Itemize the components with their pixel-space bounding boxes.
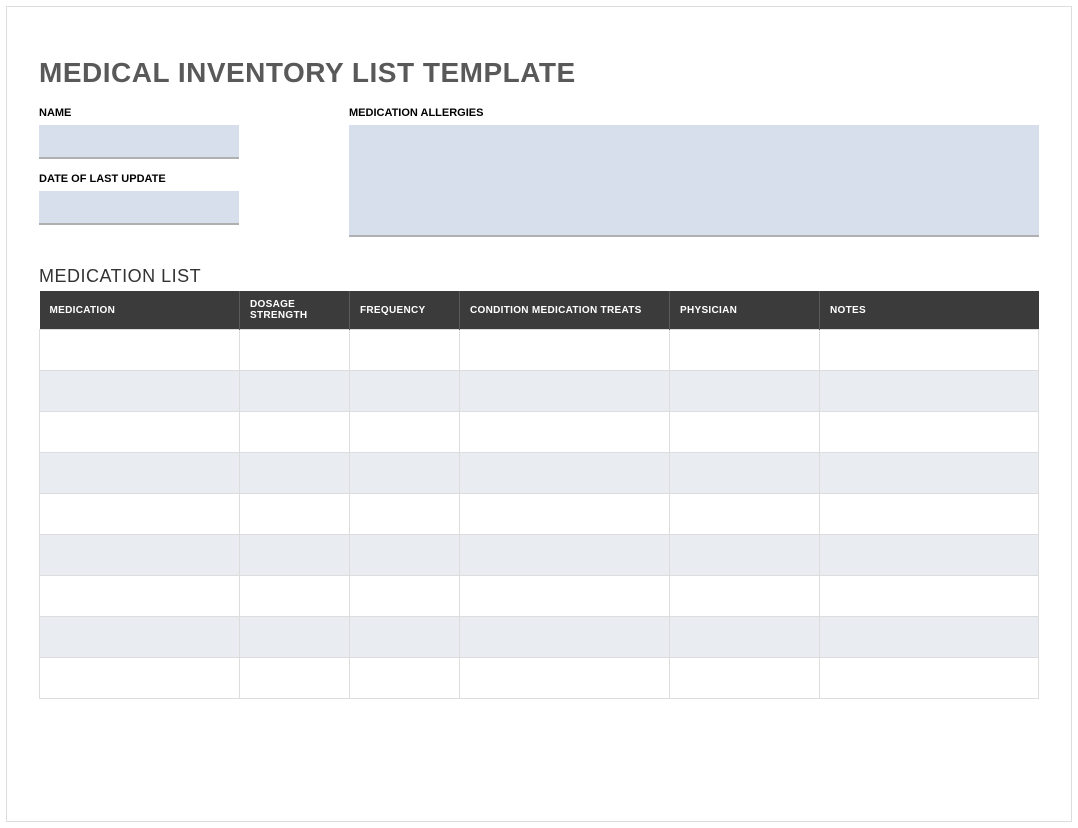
page-title: MEDICAL INVENTORY LIST TEMPLATE [39, 57, 1039, 89]
table-cell[interactable] [40, 494, 240, 535]
col-header-frequency: FREQUENCY [350, 291, 460, 330]
table-cell[interactable] [350, 494, 460, 535]
table-cell[interactable] [670, 412, 820, 453]
table-cell[interactable] [460, 494, 670, 535]
table-cell[interactable] [820, 576, 1039, 617]
table-row [40, 658, 1039, 699]
table-cell[interactable] [670, 535, 820, 576]
col-header-dosage: DOSAGE STRENGTH [240, 291, 350, 330]
table-cell[interactable] [670, 617, 820, 658]
table-row [40, 412, 1039, 453]
table-row [40, 494, 1039, 535]
table-header-row: MEDICATION DOSAGE STRENGTH FREQUENCY CON… [40, 291, 1039, 330]
table-row [40, 371, 1039, 412]
name-label: NAME [39, 107, 239, 119]
table-cell[interactable] [350, 617, 460, 658]
table-cell[interactable] [820, 412, 1039, 453]
table-cell[interactable] [820, 494, 1039, 535]
date-input[interactable] [39, 191, 239, 225]
table-cell[interactable] [460, 658, 670, 699]
medication-table: MEDICATION DOSAGE STRENGTH FREQUENCY CON… [39, 291, 1039, 699]
table-cell[interactable] [670, 658, 820, 699]
table-cell[interactable] [460, 535, 670, 576]
name-input[interactable] [39, 125, 239, 159]
table-cell[interactable] [240, 412, 350, 453]
table-cell[interactable] [240, 535, 350, 576]
table-cell[interactable] [820, 535, 1039, 576]
table-cell[interactable] [40, 412, 240, 453]
table-cell[interactable] [350, 535, 460, 576]
table-cell[interactable] [670, 330, 820, 371]
table-row [40, 617, 1039, 658]
table-row [40, 576, 1039, 617]
col-header-medication: MEDICATION [40, 291, 240, 330]
table-cell[interactable] [460, 330, 670, 371]
table-cell[interactable] [820, 453, 1039, 494]
table-cell[interactable] [240, 617, 350, 658]
table-cell[interactable] [670, 576, 820, 617]
table-cell[interactable] [350, 412, 460, 453]
col-header-condition: CONDITION MEDICATION TREATS [460, 291, 670, 330]
table-cell[interactable] [40, 576, 240, 617]
table-row [40, 535, 1039, 576]
allergies-input[interactable] [349, 125, 1039, 237]
table-cell[interactable] [40, 330, 240, 371]
allergies-label: MEDICATION ALLERGIES [349, 107, 1039, 119]
table-cell[interactable] [350, 371, 460, 412]
table-cell[interactable] [40, 371, 240, 412]
table-cell[interactable] [460, 453, 670, 494]
table-cell[interactable] [460, 371, 670, 412]
table-cell[interactable] [350, 330, 460, 371]
right-column: MEDICATION ALLERGIES [349, 107, 1039, 242]
table-cell[interactable] [670, 453, 820, 494]
table-row [40, 330, 1039, 371]
table-cell[interactable] [460, 617, 670, 658]
table-row [40, 453, 1039, 494]
table-cell[interactable] [670, 494, 820, 535]
table-cell[interactable] [350, 658, 460, 699]
col-header-notes: NOTES [820, 291, 1039, 330]
table-cell[interactable] [350, 576, 460, 617]
table-cell[interactable] [240, 453, 350, 494]
section-title: MEDICATION LIST [39, 266, 1039, 287]
table-cell[interactable] [240, 658, 350, 699]
table-cell[interactable] [40, 535, 240, 576]
table-cell[interactable] [240, 371, 350, 412]
table-cell[interactable] [40, 453, 240, 494]
table-cell[interactable] [820, 658, 1039, 699]
table-cell[interactable] [240, 494, 350, 535]
table-cell[interactable] [820, 330, 1039, 371]
table-cell[interactable] [670, 371, 820, 412]
table-cell[interactable] [40, 658, 240, 699]
table-cell[interactable] [820, 371, 1039, 412]
table-cell[interactable] [460, 412, 670, 453]
col-header-physician: PHYSICIAN [670, 291, 820, 330]
table-cell[interactable] [350, 453, 460, 494]
info-section: NAME DATE OF LAST UPDATE MEDICATION ALLE… [39, 107, 1039, 242]
page-frame: MEDICAL INVENTORY LIST TEMPLATE NAME DAT… [6, 6, 1072, 822]
table-cell[interactable] [240, 576, 350, 617]
table-cell[interactable] [240, 330, 350, 371]
table-cell[interactable] [820, 617, 1039, 658]
left-column: NAME DATE OF LAST UPDATE [39, 107, 239, 242]
date-label: DATE OF LAST UPDATE [39, 173, 239, 185]
table-cell[interactable] [40, 617, 240, 658]
table-cell[interactable] [460, 576, 670, 617]
